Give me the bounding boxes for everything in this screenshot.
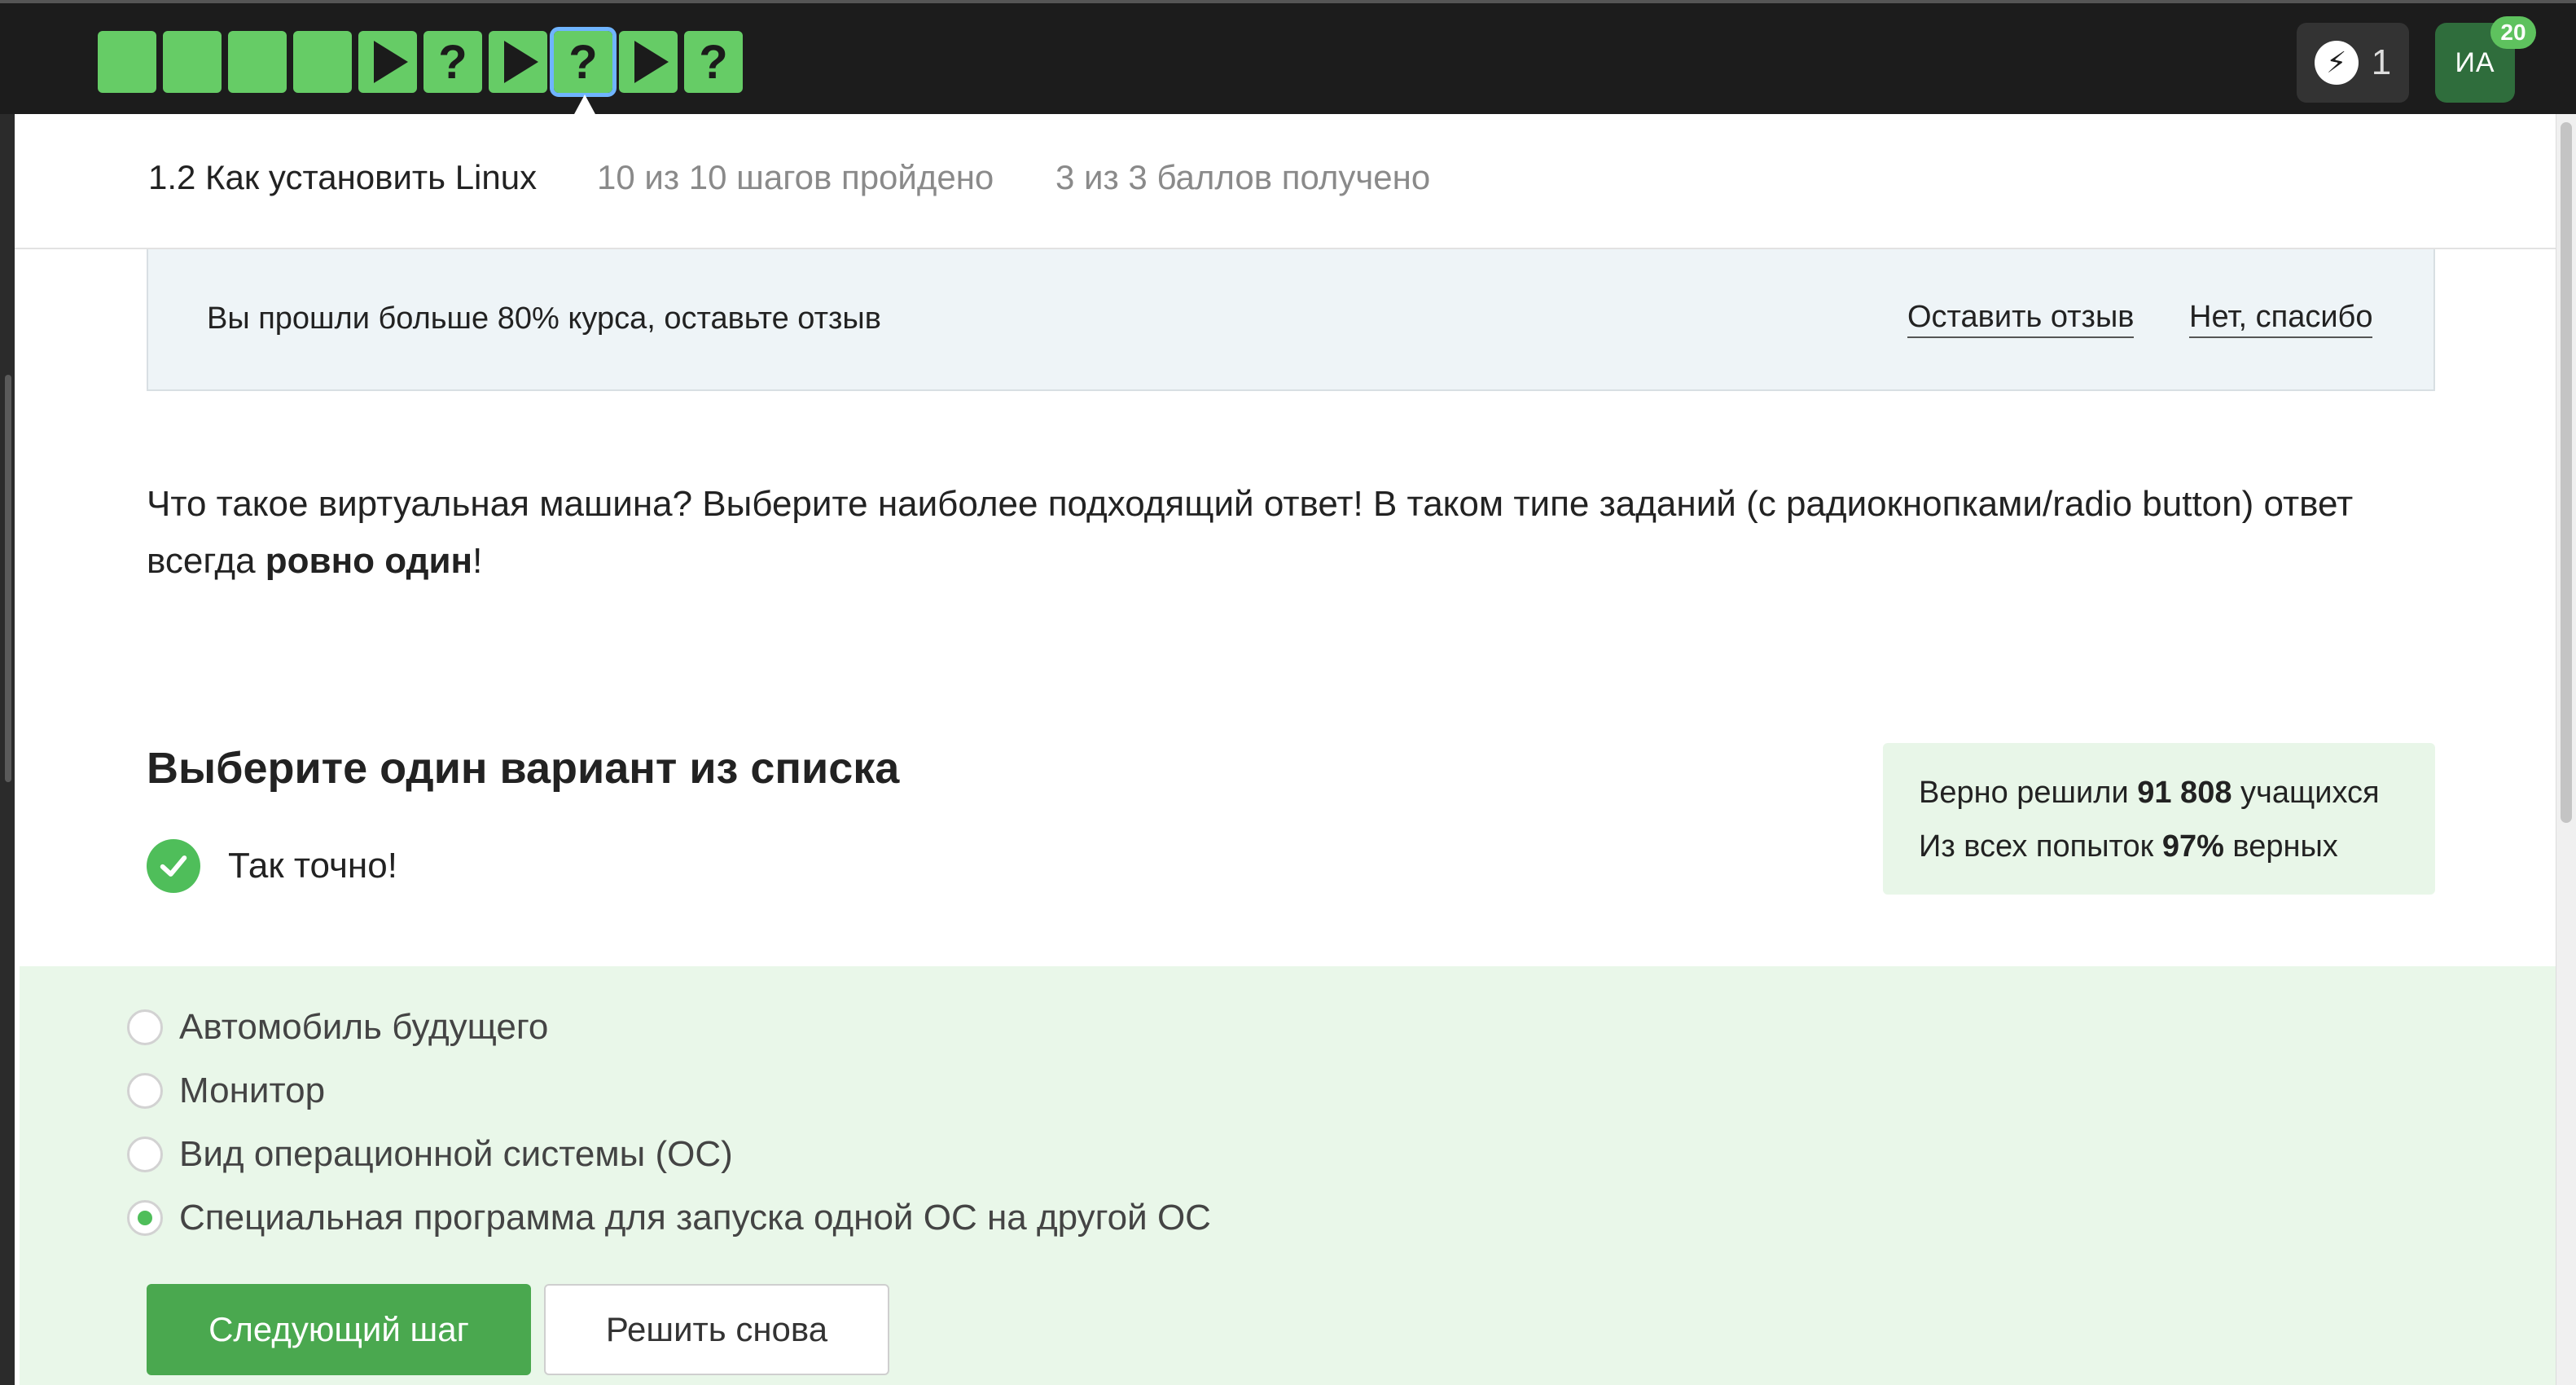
solve-stats: Верно решили 91 808 учащихся Из всех поп… (1883, 743, 2435, 895)
solved-count-suffix: учащихся (2232, 776, 2380, 810)
answer-option-label: Вид операционной системы (ОС) (179, 1134, 733, 1174)
checkmark-icon (147, 839, 200, 893)
solved-count-line: Верно решили 91 808 учащихся (1919, 776, 2380, 811)
lesson-step-strip: ? ? ? (98, 27, 743, 116)
step-8-quiz-current[interactable]: ? (550, 27, 617, 116)
page-scrollbar[interactable] (2556, 114, 2576, 1385)
notification-badge: 20 (2490, 16, 2536, 49)
question-text: Что такое виртуальная машина? Выберите н… (147, 476, 2427, 590)
page: ? ? ? ⚡ 1 ИА 20 1.2 Как установить Linux… (0, 0, 2576, 1385)
top-navigation-bar: ? ? ? ⚡ 1 ИА 20 (0, 0, 2576, 116)
radio-button[interactable] (127, 1073, 163, 1109)
step-10-quiz[interactable]: ? (684, 31, 743, 93)
energy-counter[interactable]: ⚡ 1 (2297, 23, 2409, 103)
step-1-text[interactable] (98, 31, 156, 93)
step-9-video[interactable] (619, 31, 678, 93)
success-rate-prefix: Из всех попыток (1919, 829, 2162, 864)
radio-button[interactable] (127, 1009, 163, 1045)
step-5-video[interactable] (358, 31, 417, 93)
answer-option[interactable]: Монитор (127, 1071, 325, 1111)
feedback-banner: Вы прошли больше 80% курса, оставьте отз… (147, 249, 2435, 391)
question-mark-icon: ? (568, 35, 598, 89)
play-icon (374, 41, 408, 83)
play-icon (634, 41, 669, 83)
lesson-steps-progress: 10 из 10 шагов пройдено (597, 158, 994, 196)
answer-option[interactable]: Автомобиль будущего (127, 1007, 548, 1048)
step-2-text[interactable] (163, 31, 222, 93)
question-text-emphasis: ровно один (265, 541, 473, 581)
result-row: Так точно! (147, 839, 397, 893)
page-scroll-thumb[interactable] (2561, 122, 2572, 823)
step-4-text[interactable] (293, 31, 352, 93)
leave-review-link[interactable]: Оставить отзыв (1907, 300, 2135, 338)
result-text: Так точно! (228, 846, 397, 886)
answer-option[interactable]: Вид операционной системы (ОС) (127, 1134, 733, 1175)
question-mark-icon: ? (438, 35, 467, 89)
feedback-message: Вы прошли больше 80% курса, оставьте отз… (207, 301, 881, 336)
decline-review-link[interactable]: Нет, спасибо (2189, 300, 2373, 338)
answer-option-label: Специальная программа для запуска одной … (179, 1198, 1211, 1238)
success-rate-suffix: верных (2223, 829, 2338, 864)
step-7-video[interactable] (489, 31, 547, 93)
success-rate-line: Из всех попыток 97% верных (1919, 829, 2338, 864)
next-step-button[interactable]: Следующий шаг (147, 1284, 531, 1375)
play-icon (504, 41, 538, 83)
lightning-icon: ⚡ (2314, 41, 2359, 85)
lesson-header: 1.2 Как установить Linux 10 из 10 шагов … (15, 114, 2556, 249)
solved-count-value: 91 808 (2137, 776, 2232, 810)
answer-option-selected[interactable]: Специальная программа для запуска одной … (127, 1198, 1211, 1238)
left-panel-edge (0, 114, 15, 1385)
step-3-text[interactable] (228, 31, 287, 93)
question-text-end: ! (472, 541, 483, 581)
radio-dot (138, 1211, 152, 1225)
quiz-title: Выберите один вариант из списка (147, 744, 900, 793)
energy-count: 1 (2371, 42, 2392, 82)
lesson-points: 3 из 3 баллов получено (1055, 158, 1431, 196)
success-rate-value: 97% (2161, 829, 2224, 864)
left-scroll-thumb[interactable] (5, 375, 11, 782)
lesson-title: 1.2 Как установить Linux (148, 158, 538, 196)
solve-again-button[interactable]: Решить снова (544, 1284, 889, 1375)
question-mark-icon: ? (699, 35, 728, 89)
solved-count-prefix: Верно решили (1919, 776, 2138, 810)
radio-button[interactable] (127, 1137, 163, 1172)
radio-button-selected[interactable] (127, 1200, 163, 1236)
step-6-quiz[interactable]: ? (423, 31, 482, 93)
answer-option-label: Монитор (179, 1071, 326, 1110)
answer-option-label: Автомобиль будущего (179, 1007, 549, 1047)
